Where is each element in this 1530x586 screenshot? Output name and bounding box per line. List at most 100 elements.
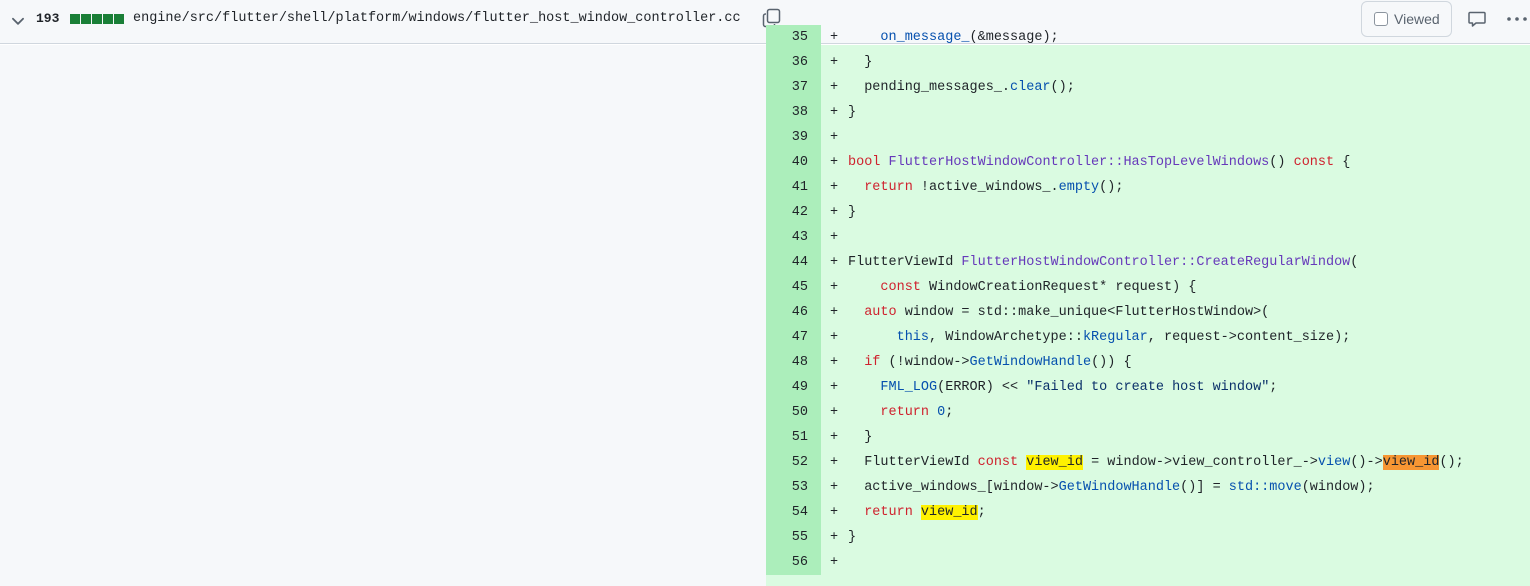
diff-lines: 35 + on_message_(&message); 36 + } 37 + pendi… xyxy=(766,25,1530,575)
line-number[interactable]: 55 xyxy=(766,525,821,550)
line-number[interactable]: 37 xyxy=(766,75,821,100)
code-text: this, WindowArchetype::kRegular, request… xyxy=(848,325,1351,350)
line-number[interactable]: 56 xyxy=(766,550,821,575)
code-token: } xyxy=(848,105,857,120)
code-text: on_message_(&message); xyxy=(848,25,1058,50)
diff-line: 47 + this, WindowArchetype::kRegular, req… xyxy=(766,325,1530,350)
added-marker: + xyxy=(830,380,839,395)
code-token: WindowCreationRequest* request) { xyxy=(920,280,1197,295)
code-text: pending_messages_.clear(); xyxy=(848,75,1075,100)
code-text: } xyxy=(848,525,856,550)
code-token: pending_messages_. xyxy=(848,80,1011,95)
added-marker: + xyxy=(830,55,839,70)
diffstat-square xyxy=(81,14,91,24)
line-number[interactable]: 35 xyxy=(766,25,821,50)
code-token: const xyxy=(880,280,921,295)
code-text: return !active_windows_.empty(); xyxy=(848,175,1123,200)
code-token: auto xyxy=(864,305,897,320)
added-marker: + xyxy=(830,30,839,45)
code-text: FML_LOG(ERROR) << "Failed to create host… xyxy=(848,375,1277,400)
line-number[interactable]: 38 xyxy=(766,100,821,125)
added-marker: + xyxy=(830,205,839,220)
diff-line: 40 + bool FlutterHostWindowController::Has… xyxy=(766,150,1530,175)
code-text: } xyxy=(848,100,856,125)
code-token: (); xyxy=(1439,455,1464,470)
diffstat-square xyxy=(92,14,102,24)
code-text: } xyxy=(848,200,856,225)
added-marker: + xyxy=(830,555,839,570)
line-number[interactable]: 50 xyxy=(766,400,821,425)
chevron-down-icon[interactable] xyxy=(9,12,27,30)
diff-line: 42 +} xyxy=(766,200,1530,225)
diff-line: 45 + const WindowCreationRequest* request… xyxy=(766,275,1530,300)
line-number[interactable]: 45 xyxy=(766,275,821,300)
code-token: return xyxy=(864,505,913,520)
line-number[interactable]: 41 xyxy=(766,175,821,200)
diff-line: 52 + FlutterViewId const view_id = window… xyxy=(766,450,1530,475)
code-token: (); xyxy=(1099,180,1124,195)
diff-line: 36 + } xyxy=(766,50,1530,75)
diff-line: 53 + active_windows_[window->GetWindowHan… xyxy=(766,475,1530,500)
code-token: FlutterHostWindowController::CreateRegul… xyxy=(961,255,1351,270)
added-marker: + xyxy=(830,455,839,470)
diff-line: 55 +} xyxy=(766,525,1530,550)
line-number[interactable]: 43 xyxy=(766,225,821,250)
added-marker: + xyxy=(830,280,839,295)
added-marker: + xyxy=(830,180,839,195)
line-number[interactable]: 44 xyxy=(766,250,821,275)
line-number[interactable]: 52 xyxy=(766,450,821,475)
line-number[interactable]: 36 xyxy=(766,50,821,75)
diff-line: 51 + } xyxy=(766,425,1530,450)
line-number[interactable]: 49 xyxy=(766,375,821,400)
code-token: ; xyxy=(945,405,954,420)
code-text: FlutterViewId const view_id = window->vi… xyxy=(848,450,1464,475)
diff-line: 50 + return 0; xyxy=(766,400,1530,425)
code-token: const xyxy=(1293,155,1335,170)
diff-line: 56 + xyxy=(766,550,1530,575)
line-number[interactable]: 47 xyxy=(766,325,821,350)
code-token: } xyxy=(848,55,873,70)
added-marker: + xyxy=(830,405,839,420)
deleted-side-empty xyxy=(0,45,766,586)
line-number[interactable]: 53 xyxy=(766,475,821,500)
code-text: bool FlutterHostWindowController::HasTop… xyxy=(848,150,1350,175)
line-number[interactable]: 42 xyxy=(766,200,821,225)
line-number[interactable]: 39 xyxy=(766,125,821,150)
code-token: (!window-> xyxy=(880,355,970,370)
code-token: active_windows_[window-> xyxy=(848,480,1059,495)
line-number[interactable]: 40 xyxy=(766,150,821,175)
code-token: } xyxy=(848,430,873,445)
code-text: active_windows_[window->GetWindowHandle (… xyxy=(848,475,1375,500)
viewed-checkbox[interactable] xyxy=(1374,12,1388,26)
line-number[interactable]: 51 xyxy=(766,425,821,450)
added-marker: + xyxy=(830,130,839,145)
diff-line: 39 + xyxy=(766,125,1530,150)
code-token: GetWindowHandle xyxy=(969,355,1092,370)
diffstat-square xyxy=(114,14,124,24)
code-token: GetWindowHandle xyxy=(1058,480,1181,495)
code-token: (window); xyxy=(1301,480,1375,495)
code-text: } xyxy=(848,50,872,75)
added-marker: + xyxy=(830,230,839,245)
code-token: ()-> xyxy=(1350,455,1383,470)
file-path-link[interactable]: engine/src/flutter/shell/platform/window… xyxy=(133,11,741,26)
line-number[interactable]: 46 xyxy=(766,300,821,325)
code-token: } xyxy=(848,530,857,545)
code-text: FlutterViewId FlutterHostWindowControlle… xyxy=(848,250,1358,275)
line-number[interactable]: 54 xyxy=(766,500,821,525)
added-marker: + xyxy=(830,355,839,370)
diffstat xyxy=(70,14,124,24)
line-number[interactable]: 48 xyxy=(766,350,821,375)
diff-line: 49 + FML_LOG(ERROR) << "Failed to create … xyxy=(766,375,1530,400)
added-marker: + xyxy=(830,480,839,495)
code-token: } xyxy=(848,205,857,220)
added-marker: + xyxy=(830,105,839,120)
